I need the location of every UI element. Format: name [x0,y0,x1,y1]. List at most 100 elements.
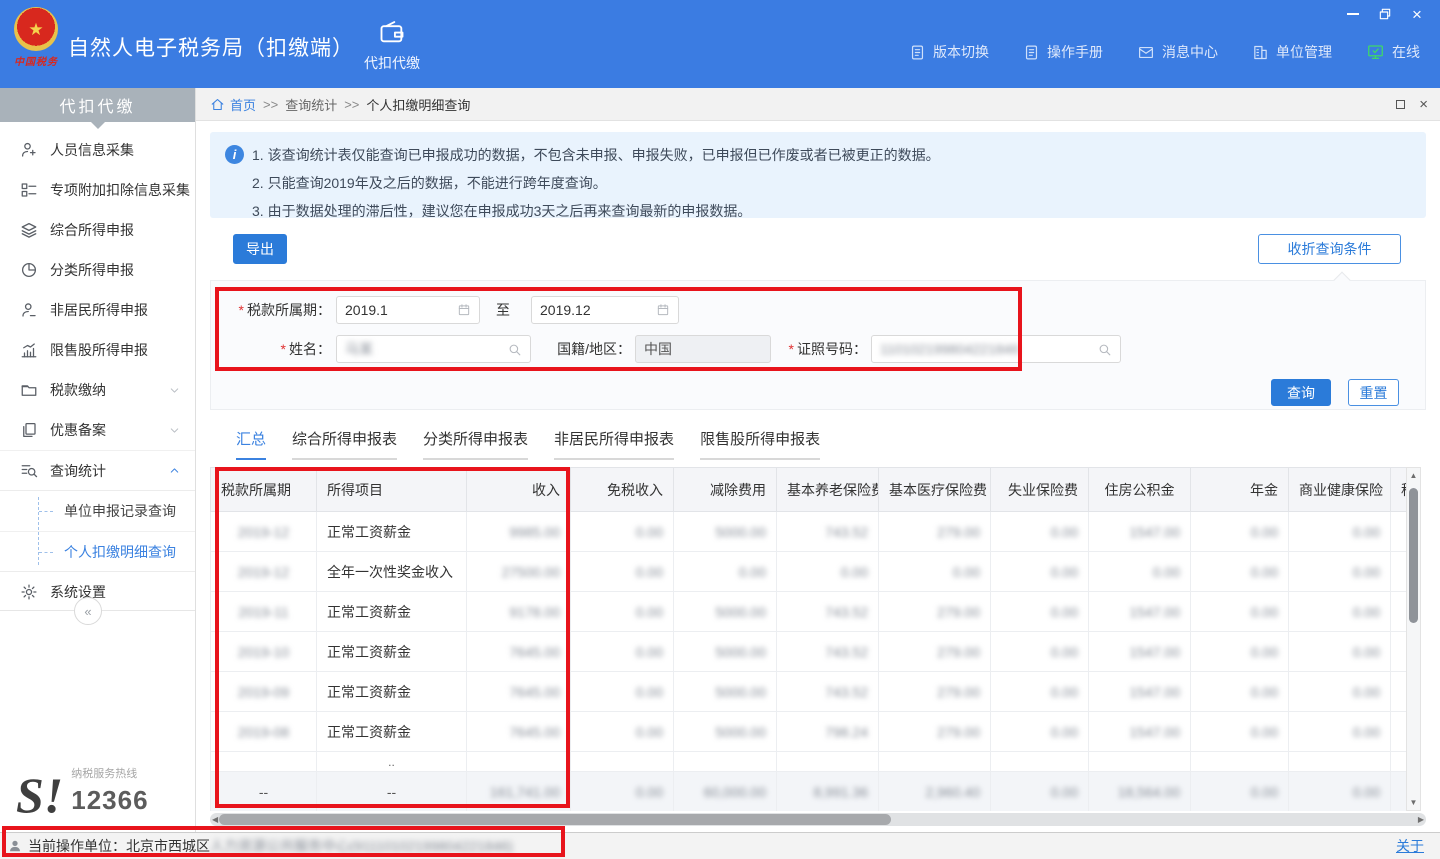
sidebar-item-query-statistics[interactable]: 查询统计 [0,450,195,490]
breadcrumb-level1[interactable]: 查询统计 [285,95,337,114]
close-button[interactable]: × [1406,4,1428,24]
query-statistics-submenu: 单位申报记录查询 个人扣缴明细查询 [0,490,195,572]
table-row[interactable]: 2019-12 全年一次性奖金收入 27500.00 0.00 0.00 0.0… [211,552,1407,592]
table-cell: 5000.00 [674,592,777,632]
sidebar-item-nonresident-income[interactable]: 非居民所得申报 [0,290,195,330]
search-icon[interactable] [1097,342,1112,357]
status-bar: 当前操作单位：北京市西城区人力资源公共服务中心(9111010219980422… [0,832,1440,859]
table-cell [879,752,991,772]
result-table: 税款所属期 所得项目 收入 免税收入 减除费用 基本养老保险费 基本医疗保险费 … [210,467,1406,811]
tab-restricted-shares[interactable]: 限售股所得申报表 [700,428,820,460]
query-button[interactable]: 查询 [1271,379,1331,406]
id-number-input[interactable]: 110102199804221846 [871,335,1121,363]
menu-unit-management[interactable]: 单位管理 [1252,42,1332,62]
about-link[interactable]: 关于 [1396,836,1424,856]
table-row[interactable]: 2019-12 正常工资薪金 9985.00 0.00 5000.00 743.… [211,512,1407,552]
calendar-icon[interactable] [656,303,670,317]
table-cell: 279.00 [879,632,991,672]
nationality-input[interactable]: 中国 [635,335,771,363]
table-cell: 0.00 [1191,552,1289,592]
vertical-scroll-thumb[interactable] [1409,488,1418,623]
minimize-button[interactable] [1342,4,1364,24]
table-cell [1391,672,1407,712]
table-row[interactable]: 2019-11 正常工资薪金 9178.00 0.00 5000.00 743.… [211,592,1407,632]
restore-icon [1377,6,1393,22]
sidebar-item-person-info-collect[interactable]: 人员信息采集 [0,130,195,170]
menu-version-switch[interactable]: 版本切换 [909,42,989,62]
table-cell: 正常工资薪金 [317,672,467,712]
table-row-clipped[interactable]: .. [211,752,1407,772]
table-cell: 2019-10 [211,632,317,672]
person-icon [20,301,38,319]
horizontal-scroll-thumb[interactable] [219,814,891,825]
table-row[interactable]: 2019-08 正常工资薪金 7645.00 0.00 5000.00 798.… [211,712,1407,752]
table-cell: -- [211,772,317,812]
layers-icon [20,221,38,239]
online-monitor-check-icon [1366,43,1385,61]
sidebar-item-preference-filing[interactable]: 优惠备案 [0,410,195,450]
tab-summary[interactable]: 汇总 [236,428,266,460]
module-tab-label: 代扣代缴 [364,53,420,73]
search-icon[interactable] [507,342,522,357]
sidebar-item-special-deduction-collect[interactable]: 专项附加扣除信息采集 [0,170,195,210]
table-row[interactable]: 2019-09 正常工资薪金 7645.00 0.00 5000.00 743.… [211,672,1407,712]
sidebar-item-comprehensive-income[interactable]: 综合所得申报 [0,210,195,250]
menu-online-status[interactable]: 在线 [1366,42,1420,62]
tab-withholding-module[interactable]: 代扣代缴 [348,18,436,73]
scroll-up-icon[interactable]: ▲ [1407,471,1420,480]
menu-message-center[interactable]: 消息中心 [1137,42,1218,62]
calendar-icon[interactable] [457,303,471,317]
home-icon [210,97,225,112]
app-window: × ★ 中国税务 自然人电子税务局（扣缴端） 代扣代缴 版本切换 操作手册 [0,0,1440,859]
scroll-right-icon[interactable]: ▶ [1418,813,1424,826]
pane-close-icon[interactable]: × [1419,96,1428,113]
scroll-left-icon[interactable]: ◀ [212,813,218,826]
period-from-input[interactable]: 2019.1 [336,296,480,324]
table-row[interactable]: 2019-10 正常工资薪金 7645.00 0.00 5000.00 743.… [211,632,1407,672]
table-cell: 0.00 [1289,772,1391,812]
table-cell: 0.00 [1289,632,1391,672]
sidebar-item-classified-income[interactable]: 分类所得申报 [0,250,195,290]
fold-query-conditions-button[interactable]: 收折查询条件 [1258,234,1401,264]
pane-maximize-icon[interactable] [1396,100,1405,109]
sidebar-subitem-personal-withholding-detail[interactable]: 个人扣缴明细查询 [0,531,195,571]
notice-line: 2. 只能查询2019年及之后的数据，不能进行跨年度查询。 [252,169,1414,197]
vertical-scrollbar[interactable]: ▲ ▼ [1406,467,1421,811]
sidebar-item-restricted-shares[interactable]: 限售股所得申报 [0,330,195,370]
table-cell: 1547.00 [1089,592,1191,632]
table-cell: 0.00 [1089,552,1191,592]
table-cell: 2019-12 [211,552,317,592]
menu-manual[interactable]: 操作手册 [1023,42,1103,62]
sidebar-item-tax-payment[interactable]: 税款缴纳 [0,370,195,410]
table-cell: 798.24 [777,712,879,752]
bar-chart-icon [20,341,38,359]
table-cell [777,752,879,772]
breadcrumb-home[interactable]: 首页 [210,95,256,114]
horizontal-scrollbar[interactable]: ◀ ▶ [210,813,1426,826]
table-cell: 0.00 [571,672,674,712]
tab-classified-income[interactable]: 分类所得申报表 [423,428,528,460]
tab-nonresident-income[interactable]: 非居民所得申报表 [554,428,674,460]
table-cell: 743.52 [777,632,879,672]
breadcrumb-separator: >> [263,97,278,112]
chevron-down-icon [168,424,181,437]
table-cell: 0.00 [571,592,674,632]
table-cell: 60,000.00 [674,772,777,812]
scroll-down-icon[interactable]: ▼ [1407,798,1420,807]
menu-label: 单位管理 [1276,42,1332,62]
table-cell: 743.52 [777,512,879,552]
export-button[interactable]: 导出 [233,234,287,264]
table-cell: 5000.00 [674,632,777,672]
restore-button[interactable] [1374,4,1396,24]
period-to-input[interactable]: 2019.12 [531,296,679,324]
sidebar-collapse-button[interactable]: « [74,597,102,625]
hotline-label: 纳税服务热线 [71,765,148,781]
col-header: 失业保险费 [991,468,1089,512]
wallet-folder-icon [20,381,38,399]
name-input[interactable]: 马某 [336,335,531,363]
reset-button[interactable]: 重置 [1348,379,1399,406]
table-cell: 0.00 [1191,712,1289,752]
sidebar-subitem-unit-declare-records[interactable]: 单位申报记录查询 [0,491,195,531]
minimize-icon [1347,13,1359,15]
tab-comprehensive-income[interactable]: 综合所得申报表 [292,428,397,460]
